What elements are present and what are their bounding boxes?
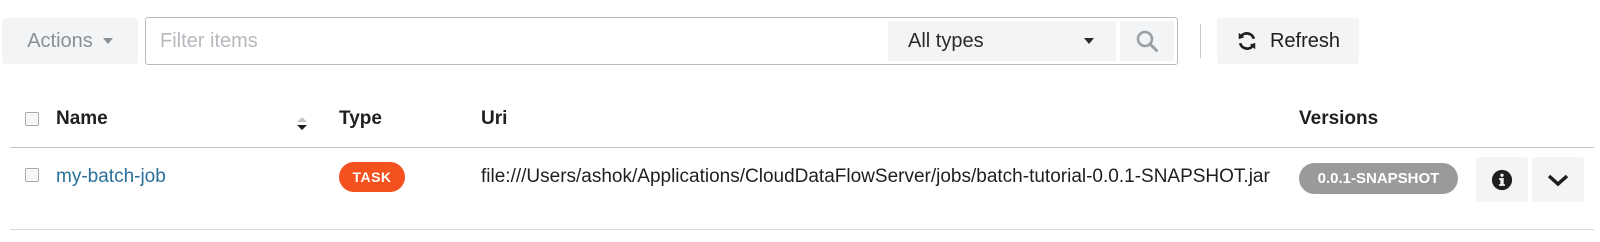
info-button[interactable] bbox=[1476, 157, 1528, 202]
version-badge: 0.0.1-SNAPSHOT bbox=[1299, 163, 1458, 194]
expand-button[interactable] bbox=[1532, 157, 1584, 202]
search-button[interactable] bbox=[1120, 21, 1174, 61]
column-header-type: Type bbox=[339, 108, 382, 129]
sort-icon[interactable] bbox=[296, 116, 308, 132]
header-divider bbox=[10, 147, 1594, 148]
column-header-versions: Versions bbox=[1299, 108, 1379, 129]
type-select-value: All types bbox=[908, 29, 984, 52]
app-name-link[interactable]: my-batch-job bbox=[56, 166, 166, 187]
row-checkbox[interactable] bbox=[25, 168, 39, 182]
uri-text: file:///Users/ashok/Applications/CloudDa… bbox=[481, 166, 1270, 187]
refresh-label: Refresh bbox=[1269, 29, 1341, 52]
caret-down-icon bbox=[102, 38, 113, 44]
refresh-icon bbox=[1238, 32, 1256, 50]
row-divider bbox=[10, 229, 1594, 230]
caret-down-icon bbox=[1084, 38, 1094, 44]
filter-group: All types bbox=[145, 17, 1178, 65]
filter-input[interactable] bbox=[146, 18, 888, 64]
toolbar-divider bbox=[1200, 24, 1201, 58]
refresh-button[interactable]: Refresh bbox=[1217, 18, 1359, 64]
actions-label: Actions bbox=[27, 29, 93, 52]
search-icon bbox=[1136, 30, 1158, 52]
info-icon bbox=[1491, 169, 1513, 190]
select-all-checkbox[interactable] bbox=[25, 112, 39, 126]
actions-dropdown-button[interactable]: Actions bbox=[2, 18, 138, 64]
type-badge: TASK bbox=[339, 162, 405, 192]
column-header-name[interactable]: Name bbox=[56, 108, 108, 130]
chevron-down-icon bbox=[1547, 174, 1569, 186]
column-header-uri: Uri bbox=[481, 108, 508, 129]
type-select[interactable]: All types bbox=[888, 21, 1116, 61]
